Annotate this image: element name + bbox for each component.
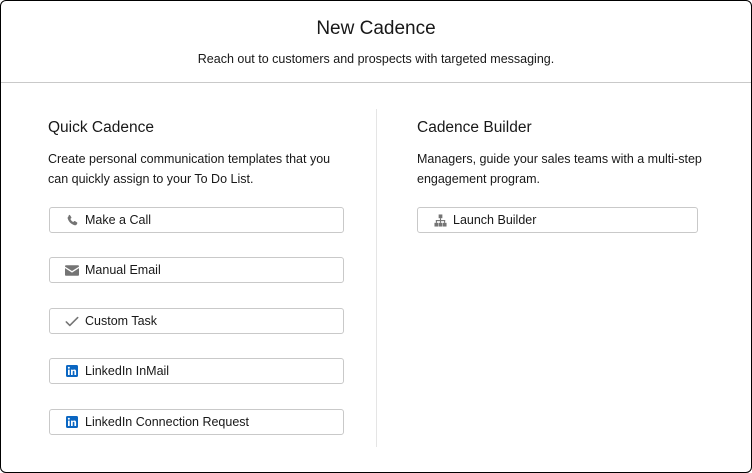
quick-cadence-description: Create personal communication templates … — [48, 152, 331, 186]
custom-task-button[interactable]: Custom Task — [49, 308, 344, 334]
cadence-builder-description: Managers, guide your sales teams with a … — [417, 152, 702, 186]
make-a-call-label: Make a Call — [85, 213, 151, 227]
launch-builder-label: Launch Builder — [453, 213, 537, 227]
quick-cadence-section: Quick Cadence Create personal communicat… — [48, 117, 348, 189]
custom-task-label: Custom Task — [85, 314, 158, 328]
make-a-call-button[interactable]: Make a Call — [49, 207, 344, 233]
linkedin-connection-request-button[interactable]: LinkedIn Connection Request — [49, 409, 344, 435]
check-icon — [65, 314, 79, 328]
linkedin-icon — [65, 415, 79, 429]
column-divider — [376, 109, 377, 447]
phone-icon — [65, 213, 79, 227]
quick-cadence-title: Quick Cadence — [48, 119, 154, 136]
linkedin-connection-request-label: LinkedIn Connection Request — [85, 415, 250, 429]
hierarchy-icon — [433, 213, 447, 227]
linkedin-inmail-button[interactable]: LinkedIn InMail — [49, 358, 344, 384]
linkedin-icon — [65, 364, 79, 378]
linkedin-inmail-label: LinkedIn InMail — [85, 364, 170, 378]
new-cadence-dialog: New Cadence Reach out to customers and p… — [0, 0, 752, 473]
dialog-subtitle: Reach out to customers and prospects wit… — [197, 52, 555, 66]
manual-email-button[interactable]: Manual Email — [49, 257, 344, 283]
launch-builder-button[interactable]: Launch Builder — [417, 207, 698, 233]
cadence-builder-title: Cadence Builder — [417, 119, 532, 136]
dialog-title: New Cadence — [316, 18, 436, 39]
dialog-header: New Cadence Reach out to customers and p… — [1, 1, 751, 83]
email-icon — [65, 263, 79, 277]
manual-email-label: Manual Email — [85, 263, 161, 277]
cadence-builder-section: Cadence Builder Managers, guide your sal… — [417, 117, 717, 189]
